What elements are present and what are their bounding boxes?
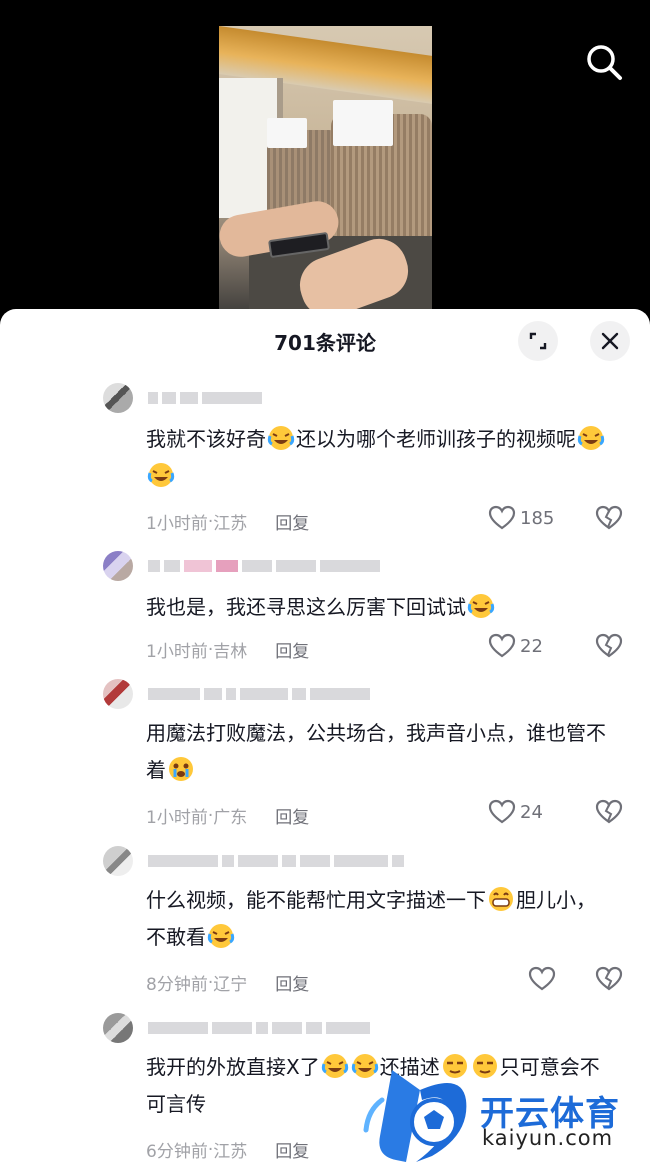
- comment-location: 吉林: [213, 642, 248, 662]
- comment-sheet: 701条评论 我就不该好奇 还以为哪个老师训孩子的视频呢 1小时前 · 江苏 回复: [0, 309, 650, 1168]
- reply-button[interactable]: 回复: [275, 509, 309, 534]
- comment-text: 我也是，我还寻思这么厉害下回试试: [146, 589, 606, 626]
- comment-location: 江苏: [213, 514, 248, 534]
- heart-icon: [488, 799, 516, 824]
- heart-icon: [488, 505, 516, 530]
- comment-time: 1小时前: [146, 642, 208, 662]
- comment-text: 我就不该好奇 还以为哪个老师训孩子的视频呢: [146, 421, 606, 495]
- watermark: 开云体育 kaiyun.com: [362, 1064, 650, 1168]
- comment-time: 6分钟前: [146, 1142, 208, 1162]
- search-button[interactable]: [582, 40, 626, 84]
- comment-meta: 8分钟前 · 辽宁 回复: [146, 970, 309, 996]
- comment-location: 辽宁: [213, 975, 248, 995]
- broken-heart-icon: [595, 799, 623, 824]
- video-thumbnail[interactable]: [219, 26, 432, 318]
- username-blurred[interactable]: [148, 391, 262, 405]
- broken-heart-icon: [595, 633, 623, 658]
- heart-icon: [528, 966, 556, 991]
- dislike-button[interactable]: [595, 966, 623, 996]
- comment-time: 1小时前: [146, 514, 208, 534]
- expand-icon: [529, 332, 547, 350]
- comment-meta: 1小时前 · 江苏 回复: [146, 509, 309, 535]
- close-icon: [601, 332, 619, 350]
- username-blurred[interactable]: [148, 559, 380, 573]
- laugh-cry-emoji: [147, 463, 175, 487]
- avatar[interactable]: [103, 551, 133, 581]
- like-button[interactable]: 24: [488, 799, 543, 825]
- like-button[interactable]: 22: [488, 633, 543, 659]
- username-blurred[interactable]: [148, 854, 404, 868]
- video-player[interactable]: [0, 0, 650, 318]
- comment-meta: 1小时前 · 吉林 回复: [146, 637, 309, 663]
- laugh-cry-emoji: [207, 924, 235, 948]
- dislike-button[interactable]: [595, 799, 623, 829]
- avatar[interactable]: [103, 846, 133, 876]
- broken-heart-icon: [595, 966, 623, 991]
- kaiyun-logo-icon: [363, 1070, 467, 1162]
- broken-heart-icon: [595, 505, 623, 530]
- reply-button[interactable]: 回复: [275, 637, 309, 662]
- dislike-button[interactable]: [595, 505, 623, 535]
- seat-card: [267, 118, 307, 148]
- like-count: 185: [520, 507, 555, 529]
- like-count: 22: [520, 635, 543, 657]
- close-button[interactable]: [590, 321, 630, 361]
- comment-time: 1小时前: [146, 808, 208, 828]
- avatar[interactable]: [103, 383, 133, 413]
- laugh-cry-emoji: [321, 1054, 348, 1078]
- expand-button[interactable]: [518, 321, 558, 361]
- like-count: 24: [520, 801, 543, 823]
- laugh-cry-emoji: [467, 594, 495, 618]
- watermark-url: kaiyun.com: [482, 1126, 614, 1150]
- like-button[interactable]: [528, 966, 556, 992]
- heart-icon: [488, 633, 516, 658]
- avatar[interactable]: [103, 1013, 133, 1043]
- reply-button[interactable]: 回复: [275, 1137, 309, 1162]
- laugh-cry-emoji: [577, 426, 605, 450]
- avatar[interactable]: [103, 679, 133, 709]
- comment-time: 8分钟前: [146, 975, 208, 995]
- comment-text: 什么视频，能不能帮忙用文字描述一下 胆儿小，不敢看: [146, 882, 606, 956]
- like-button[interactable]: 185: [488, 505, 554, 531]
- laugh-cry-emoji: [267, 426, 295, 450]
- comment-meta: 6分钟前 · 江苏 回复: [146, 1137, 309, 1163]
- search-icon: [587, 45, 622, 80]
- reply-button[interactable]: 回复: [275, 970, 309, 995]
- username-blurred[interactable]: [148, 1021, 370, 1035]
- crying-emoji: [169, 757, 193, 781]
- comment-text: 用魔法打败魔法，公共场合，我声音小点，谁也管不着: [146, 721, 606, 782]
- dislike-button[interactable]: [595, 633, 623, 663]
- seat-card: [333, 100, 393, 146]
- comment-location: 江苏: [213, 1142, 248, 1162]
- comment-location: 广东: [213, 808, 248, 828]
- username-blurred[interactable]: [148, 687, 370, 701]
- comment-meta: 1小时前 · 广东 回复: [146, 803, 309, 829]
- reply-button[interactable]: 回复: [275, 803, 309, 828]
- sheet-header: 701条评论: [0, 309, 650, 373]
- grin-emoji: [489, 887, 513, 911]
